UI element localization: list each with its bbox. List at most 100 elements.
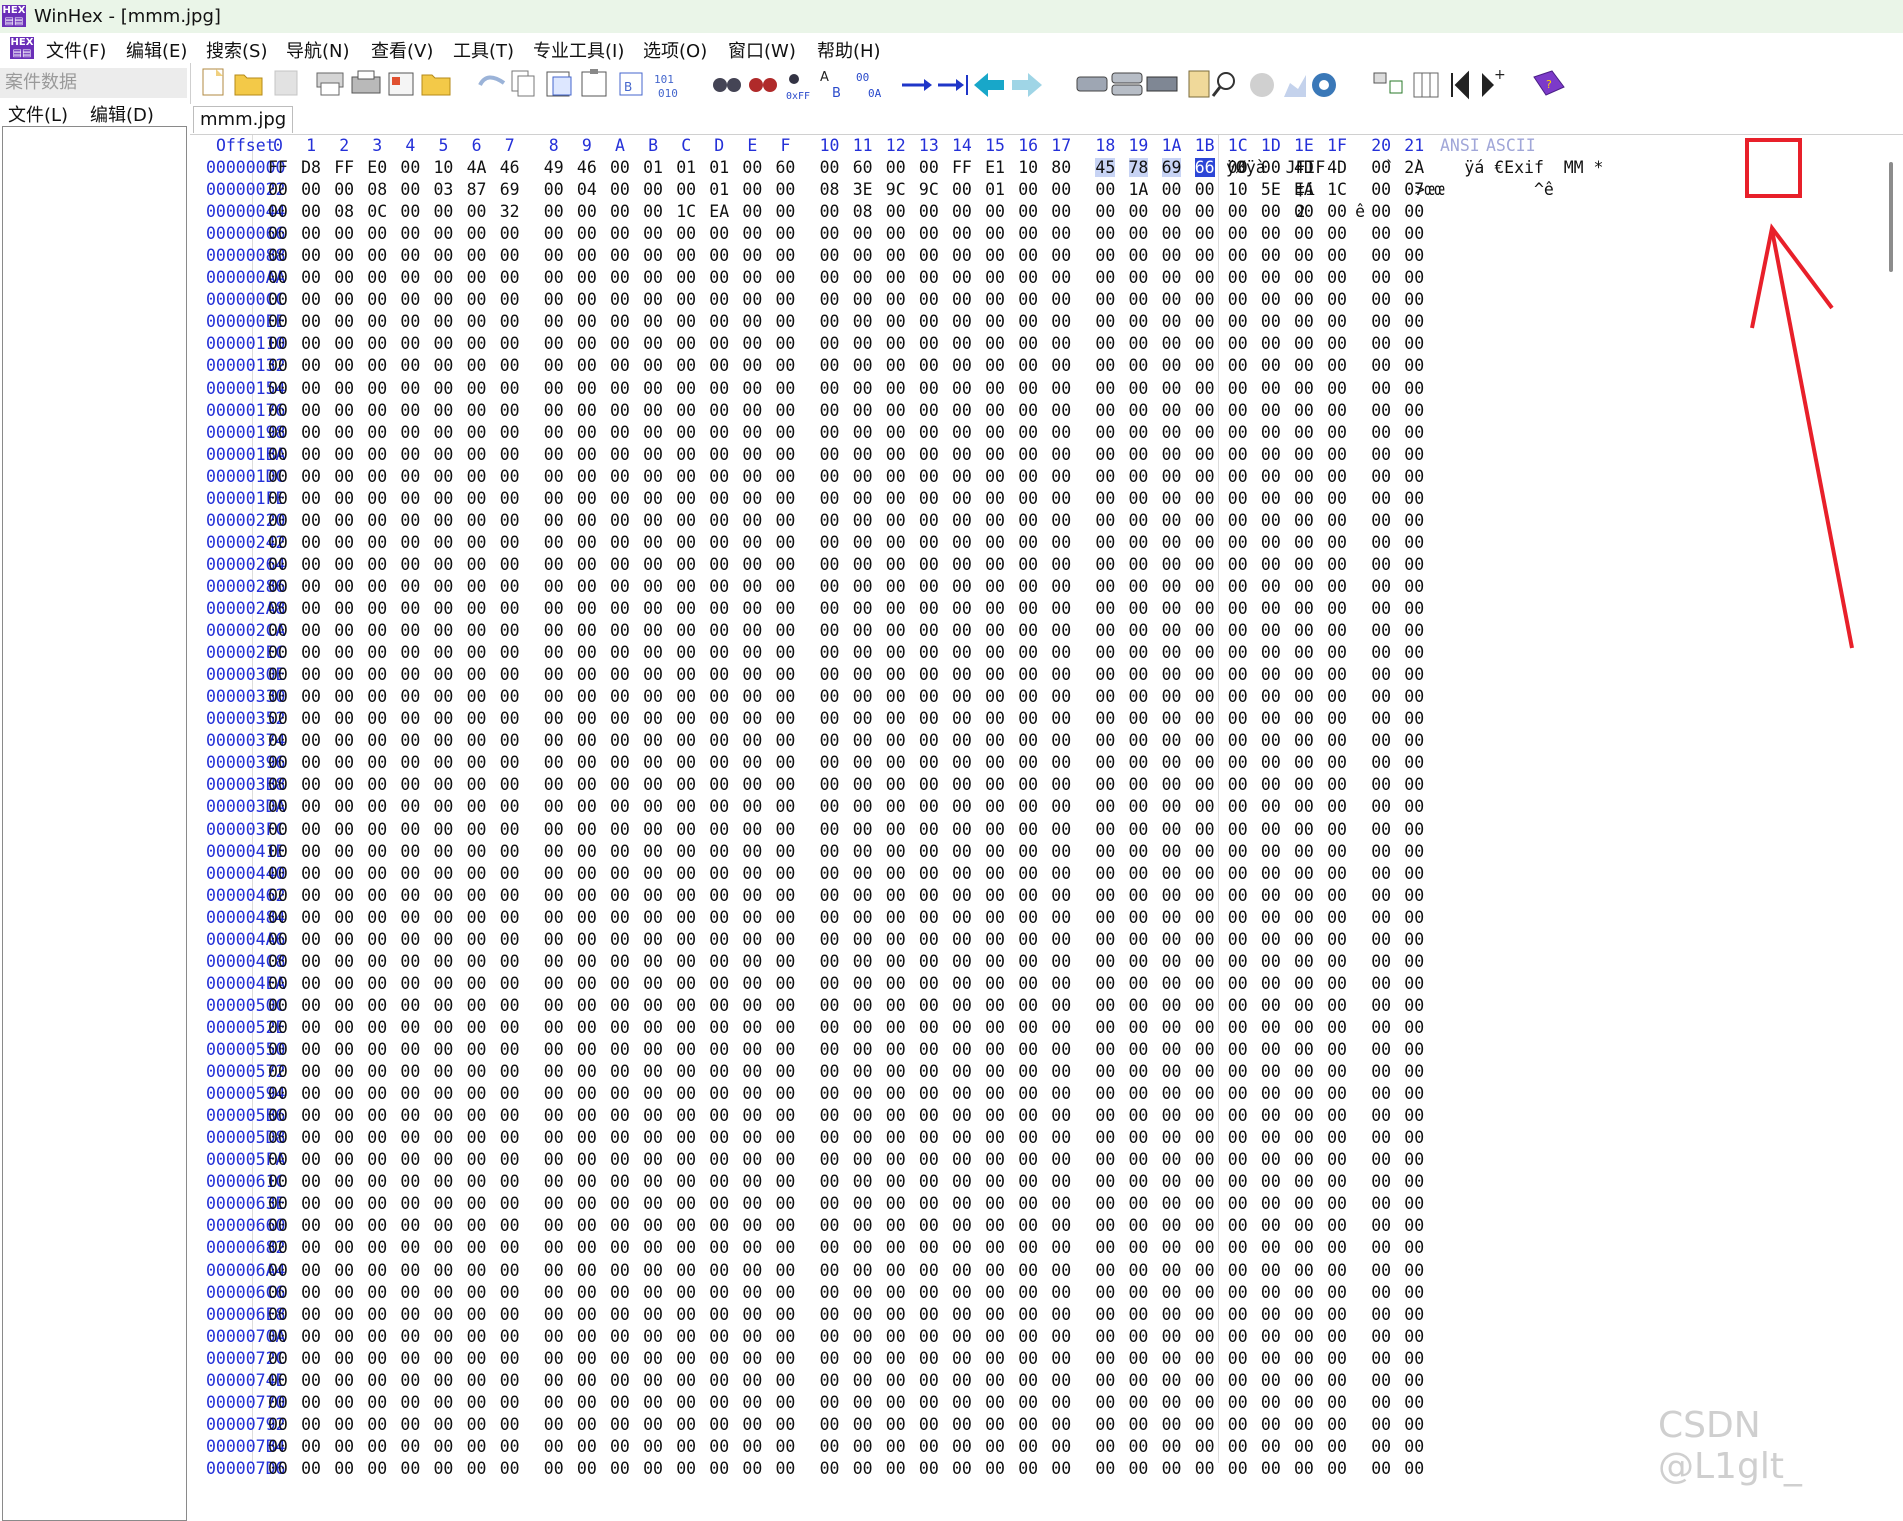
hex-byte[interactable]: 00 <box>919 555 939 574</box>
hex-byte[interactable]: 00 <box>367 1238 387 1257</box>
ansi-text[interactable]: ‡i >œœ ^ê <box>1226 180 1554 199</box>
hex-byte[interactable]: 1A <box>1129 180 1149 199</box>
hex-byte[interactable]: 00 <box>1404 864 1424 883</box>
hex-byte[interactable]: 00 <box>467 1283 487 1302</box>
hex-byte[interactable]: 00 <box>577 268 597 287</box>
hex-byte[interactable]: 00 <box>1327 599 1347 618</box>
hex-byte[interactable]: 00 <box>1327 1084 1347 1103</box>
hex-byte[interactable]: 00 <box>544 467 564 486</box>
hex-byte[interactable]: 00 <box>1129 356 1149 375</box>
hex-byte[interactable]: 00 <box>1404 753 1424 772</box>
hex-byte[interactable]: 00 <box>1195 312 1215 331</box>
hex-byte[interactable]: 00 <box>1228 864 1248 883</box>
hex-byte[interactable]: 00 <box>1051 1106 1071 1125</box>
hex-byte[interactable]: 00 <box>820 158 840 177</box>
hex-byte[interactable]: 00 <box>676 511 696 530</box>
hex-byte[interactable]: 00 <box>709 1128 729 1147</box>
hex-byte[interactable]: 00 <box>919 533 939 552</box>
hex-byte[interactable]: 00 <box>886 775 906 794</box>
hex-byte[interactable]: 00 <box>577 687 597 706</box>
hex-byte[interactable]: 00 <box>1404 1459 1424 1478</box>
hex-byte[interactable]: 00 <box>500 445 520 464</box>
hex-byte[interactable]: 00 <box>334 224 354 243</box>
hex-byte[interactable]: 00 <box>643 180 663 199</box>
hex-byte[interactable]: 00 <box>1294 1305 1314 1324</box>
hex-byte[interactable]: 00 <box>776 423 796 442</box>
hex-byte[interactable]: 00 <box>776 687 796 706</box>
hex-byte[interactable]: 00 <box>544 886 564 905</box>
hex-byte[interactable]: 00 <box>1294 1216 1314 1235</box>
hex-byte[interactable]: 00 <box>500 1216 520 1235</box>
hex-byte[interactable]: 00 <box>709 1238 729 1257</box>
hex-byte[interactable]: 00 <box>952 202 972 221</box>
hex-byte[interactable]: 00 <box>1261 1216 1281 1235</box>
hex-byte[interactable]: 00 <box>301 1261 321 1280</box>
hex-byte[interactable]: 00 <box>268 996 288 1015</box>
hex-byte[interactable]: 00 <box>367 908 387 927</box>
hex-byte[interactable]: 00 <box>1261 533 1281 552</box>
hex-byte[interactable]: 00 <box>434 224 454 243</box>
hex-byte[interactable]: 00 <box>268 1437 288 1456</box>
hex-byte[interactable]: 00 <box>544 290 564 309</box>
hex-byte[interactable]: 00 <box>610 246 630 265</box>
hex-byte[interactable]: 00 <box>776 842 796 861</box>
hex-byte[interactable]: 00 <box>1095 665 1115 684</box>
hex-byte[interactable]: 00 <box>776 621 796 640</box>
hex-byte[interactable]: 00 <box>1404 401 1424 420</box>
hex-byte[interactable]: 00 <box>467 379 487 398</box>
hex-byte[interactable]: 00 <box>776 709 796 728</box>
hex-byte[interactable]: 00 <box>610 687 630 706</box>
hex-byte[interactable]: 00 <box>676 1084 696 1103</box>
hex-byte[interactable]: 00 <box>500 1415 520 1434</box>
hex-byte[interactable]: 00 <box>1129 1018 1149 1037</box>
hex-byte[interactable]: 00 <box>1095 1371 1115 1390</box>
hex-byte[interactable]: FF <box>268 158 288 177</box>
menu-options[interactable]: 选项(O) <box>643 37 707 63</box>
hex-byte[interactable]: 00 <box>467 312 487 331</box>
hex-byte[interactable]: 00 <box>1129 886 1149 905</box>
hex-byte[interactable]: 00 <box>1195 489 1215 508</box>
hex-byte[interactable]: 00 <box>676 1062 696 1081</box>
hex-byte[interactable]: 00 <box>467 1040 487 1059</box>
menu-help[interactable]: 帮助(H) <box>817 37 881 63</box>
hex-byte[interactable]: 00 <box>1228 356 1248 375</box>
hex-byte[interactable]: 00 <box>886 158 906 177</box>
hex-byte[interactable]: 00 <box>1228 511 1248 530</box>
hex-byte[interactable]: 00 <box>1327 1172 1347 1191</box>
hex-byte[interactable]: 00 <box>334 1459 354 1478</box>
hex-byte[interactable]: 00 <box>268 1371 288 1390</box>
hex-byte[interactable]: 00 <box>467 930 487 949</box>
hex-byte[interactable]: 00 <box>1195 1084 1215 1103</box>
hex-byte[interactable]: 00 <box>742 797 762 816</box>
hex-byte[interactable]: 00 <box>1261 908 1281 927</box>
hex-byte[interactable]: 00 <box>500 1371 520 1390</box>
hex-byte[interactable]: 00 <box>434 312 454 331</box>
hex-byte[interactable]: 00 <box>400 268 420 287</box>
hex-byte[interactable]: 00 <box>367 1437 387 1456</box>
hex-byte[interactable]: 00 <box>1162 555 1182 574</box>
hex-byte[interactable]: 00 <box>1018 1459 1038 1478</box>
hex-byte[interactable]: 00 <box>544 577 564 596</box>
hex-byte[interactable]: 1C <box>676 202 696 221</box>
hex-byte[interactable]: 00 <box>434 1305 454 1324</box>
hex-byte[interactable]: 00 <box>676 423 696 442</box>
hex-byte[interactable]: 00 <box>709 665 729 684</box>
hex-byte[interactable]: 00 <box>467 996 487 1015</box>
hex-byte[interactable]: 00 <box>952 621 972 640</box>
hex-byte[interactable]: 00 <box>1051 511 1071 530</box>
hex-byte[interactable]: 00 <box>742 908 762 927</box>
hex-byte[interactable]: 00 <box>742 1106 762 1125</box>
hex-byte[interactable]: 01 <box>676 158 696 177</box>
hex-byte[interactable]: 00 <box>1018 1216 1038 1235</box>
hex-byte[interactable]: 00 <box>853 1305 873 1324</box>
hex-byte[interactable]: 00 <box>952 533 972 552</box>
hex-byte[interactable]: 00 <box>467 621 487 640</box>
hex-byte[interactable]: 00 <box>676 1371 696 1390</box>
hex-byte[interactable]: 00 <box>919 1150 939 1169</box>
hex-byte[interactable]: 00 <box>709 1040 729 1059</box>
hex-byte[interactable]: 00 <box>400 1150 420 1169</box>
hex-byte[interactable]: 00 <box>886 1349 906 1368</box>
hex-byte[interactable]: 00 <box>577 202 597 221</box>
hex-byte[interactable]: 00 <box>367 1283 387 1302</box>
hex-byte[interactable]: 00 <box>301 1393 321 1412</box>
